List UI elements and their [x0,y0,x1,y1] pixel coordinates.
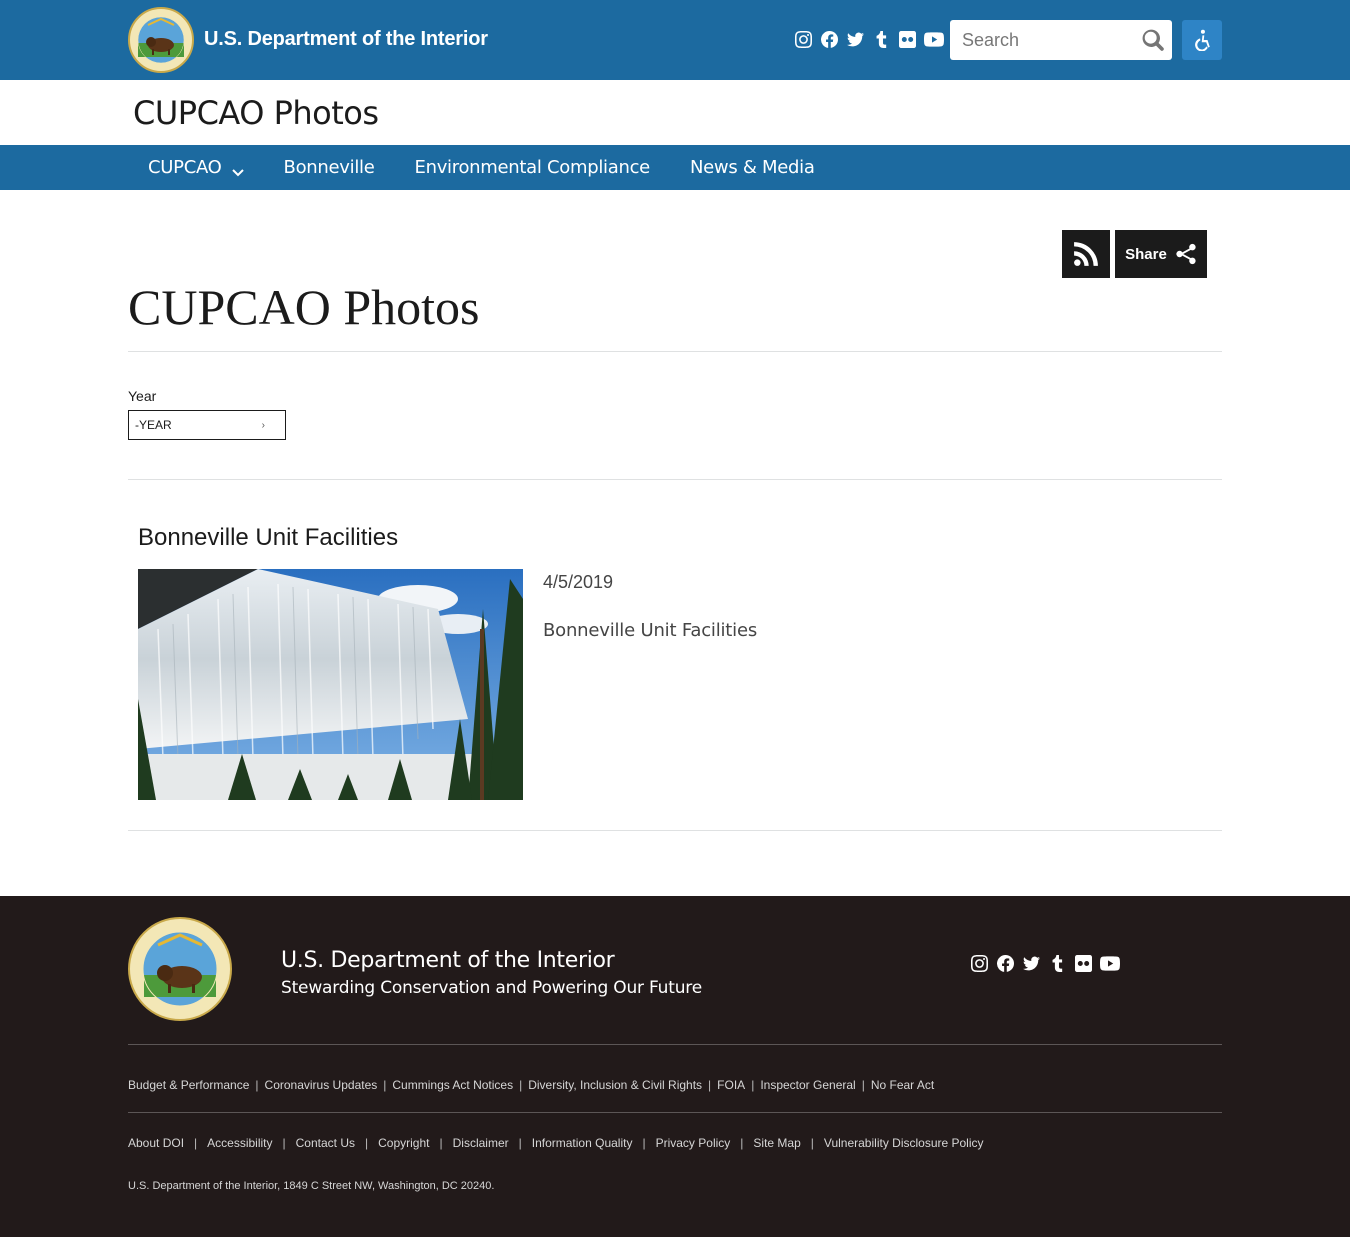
footer-agency-name[interactable]: U.S. Department of the Interior [281,948,615,973]
link-separator: | [740,1136,744,1150]
search-icon[interactable] [1142,29,1164,51]
link-separator: | [708,1078,712,1092]
link-separator: | [642,1136,646,1150]
link-separator: | [282,1136,286,1150]
doi-seal-logo[interactable] [128,7,194,73]
footer-divider [128,1044,1222,1045]
footer-link-privacy-policy[interactable]: Privacy Policy [656,1136,731,1150]
main-content: Share CUPCAO Photos Year -YEAR › Bonnevi… [0,190,1350,896]
instagram-icon[interactable] [794,30,812,48]
top-header: U.S. Department of the Interior [0,0,1350,80]
chevron-right-icon: › [261,420,265,431]
rss-button[interactable] [1062,230,1110,278]
doi-seal-logo[interactable] [128,917,232,1021]
link-separator: | [751,1078,755,1092]
link-separator: | [439,1136,443,1150]
link-separator: | [519,1078,523,1092]
facebook-icon[interactable] [820,30,838,48]
social-links-header [794,30,944,48]
search-box [950,20,1172,60]
year-select[interactable]: -YEAR › [128,410,286,440]
footer-link-no-fear-act[interactable]: No Fear Act [871,1078,934,1092]
main-nav: CUPCAO Bonneville Environmental Complian… [0,145,1350,190]
tumblr-icon[interactable] [872,30,890,48]
photo-thumbnail-dam-spillway[interactable] [138,569,523,800]
year-filter-label: Year [128,388,157,404]
nav-item-label: CUPCAO [148,157,222,178]
footer-link-coronavirus-updates[interactable]: Coronavirus Updates [265,1078,378,1092]
divider [128,479,1222,480]
footer-link-site-map[interactable]: Site Map [753,1136,800,1150]
youtube-icon[interactable] [924,30,944,48]
footer-links-primary: Budget & Performance | Coronavirus Update… [128,1078,934,1092]
accessibility-icon [1195,29,1210,51]
footer-link-about-doi[interactable]: About DOI [128,1136,184,1150]
divider [128,830,1222,831]
site-title-bar: CUPCAO Photos [0,80,1350,145]
footer-link-inspector-general[interactable]: Inspector General [760,1078,855,1092]
twitter-icon[interactable] [846,30,864,48]
footer-link-copyright[interactable]: Copyright [378,1136,429,1150]
link-separator: | [365,1136,369,1150]
chevron-down-icon [231,162,244,176]
flickr-icon[interactable] [1074,954,1092,972]
twitter-icon[interactable] [1022,954,1040,972]
footer-link-information-quality[interactable]: Information Quality [532,1136,633,1150]
site-footer: U.S. Department of the Interior Stewardi… [0,896,1350,1237]
flickr-icon[interactable] [898,30,916,48]
agency-name[interactable]: U.S. Department of the Interior [204,28,488,51]
page-title: CUPCAO Photos [128,279,480,335]
youtube-icon[interactable] [1100,954,1120,972]
footer-tagline: Stewarding Conservation and Powering Our… [281,978,702,998]
footer-divider [128,1112,1222,1113]
share-label: Share [1125,245,1167,263]
nav-item-label: Environmental Compliance [414,157,651,178]
share-icon [1176,243,1196,265]
link-separator: | [810,1136,814,1150]
link-separator: | [255,1078,259,1092]
photo-item-description: Bonneville Unit Facilities [543,620,758,641]
footer-link-diversity[interactable]: Diversity, Inclusion & Civil Rights [528,1078,702,1092]
footer-address: U.S. Department of the Interior, 1849 C … [128,1180,495,1192]
nav-item-bonneville[interactable]: Bonneville [284,157,375,178]
footer-link-vulnerability-disclosure[interactable]: Vulnerability Disclosure Policy [824,1136,984,1150]
facebook-icon[interactable] [996,954,1014,972]
nav-item-cupcao[interactable]: CUPCAO [148,157,244,178]
footer-link-contact-us[interactable]: Contact Us [296,1136,355,1150]
instagram-icon[interactable] [970,954,988,972]
photo-item-date: 4/5/2019 [543,572,614,592]
link-separator: | [861,1078,865,1092]
footer-link-cummings-act-notices[interactable]: Cummings Act Notices [392,1078,513,1092]
share-button[interactable]: Share [1115,230,1207,278]
nav-item-news-media[interactable]: News & Media [690,157,815,178]
nav-item-environmental-compliance[interactable]: Environmental Compliance [414,157,651,178]
divider [128,351,1222,352]
footer-link-disclaimer[interactable]: Disclaimer [453,1136,509,1150]
social-links-footer [970,954,1120,972]
footer-links-secondary: About DOI | Accessibility | Contact Us | Co… [128,1136,984,1150]
footer-link-foia[interactable]: FOIA [717,1078,745,1092]
link-separator: | [383,1078,387,1092]
accessibility-button[interactable] [1182,20,1222,60]
photo-item-title[interactable]: Bonneville Unit Facilities [138,524,398,552]
rss-icon [1074,242,1098,266]
footer-link-budget-performance[interactable]: Budget & Performance [128,1078,249,1092]
tumblr-icon[interactable] [1048,954,1066,972]
nav-item-label: News & Media [689,157,815,178]
nav-item-label: Bonneville [283,157,375,178]
link-separator: | [518,1136,522,1150]
footer-link-accessibility[interactable]: Accessibility [207,1136,272,1150]
year-select-value: -YEAR [135,418,172,432]
search-input[interactable] [950,20,1130,60]
link-separator: | [194,1136,198,1150]
site-title[interactable]: CUPCAO Photos [133,94,379,132]
